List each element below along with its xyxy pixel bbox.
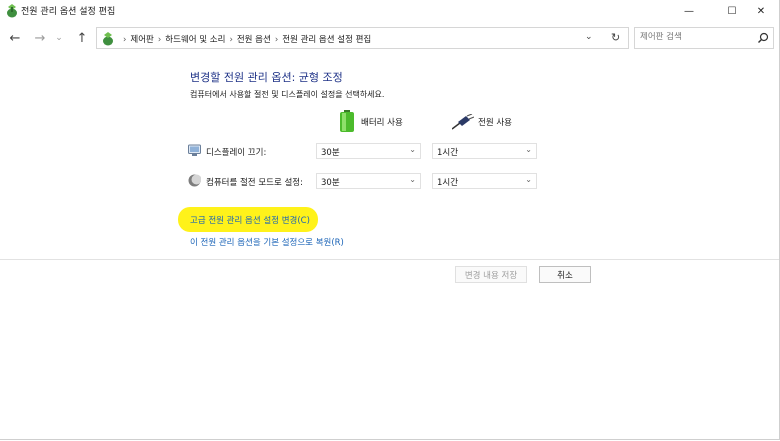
- power-plug-icon: [452, 114, 474, 130]
- power-options-icon: [7, 4, 17, 18]
- navigation-bar: ← → ⌄ ↑ › 제어판 › 하드웨어 및 소리 › 전원 옵션 › 전원 관리 옵션 설정…: [0, 24, 779, 52]
- breadcrumb-hardware-sound[interactable]: 하드웨어 및 소리: [165, 35, 225, 45]
- breadcrumb-separator: ›: [157, 35, 162, 45]
- address-bar[interactable]: › 제어판 › 하드웨어 및 소리 › 전원 옵션 › 전원 관리 옵션 설정 편집 ⌄ ↻: [96, 27, 629, 49]
- save-changes-button[interactable]: 변경 내용 저장: [455, 266, 527, 283]
- breadcrumb-separator: ›: [123, 35, 127, 45]
- cancel-button[interactable]: 취소: [539, 266, 591, 283]
- plugged-in-column-label: 전원 사용: [478, 118, 512, 128]
- select-value: 1시간: [437, 148, 459, 158]
- control-panel-icon: [103, 32, 113, 46]
- select-value: 30분: [321, 148, 340, 158]
- display-icon: [188, 144, 201, 156]
- search-input[interactable]: [640, 32, 750, 42]
- select-value: 30분: [321, 178, 340, 188]
- window-title: 전원 관리 옵션 설정 편집: [21, 7, 116, 17]
- sleep-battery-select[interactable]: 30분 ⌄: [316, 173, 421, 189]
- minimize-button[interactable]: —: [671, 0, 707, 22]
- page-title: 변경할 전원 관리 옵션: 균형 조정: [190, 71, 343, 84]
- page-description: 컴퓨터에서 사용할 절전 및 디스플레이 설정을 선택하세요.: [190, 90, 385, 99]
- recent-locations-chevron-icon[interactable]: ⌄: [51, 30, 67, 46]
- display-off-label: 디스플레이 끄기:: [206, 148, 267, 158]
- advanced-settings-link[interactable]: 고급 전원 관리 옵션 설정 변경(C): [190, 214, 310, 226]
- sleep-plugged-in-select[interactable]: 1시간 ⌄: [432, 173, 537, 189]
- breadcrumb-power-options[interactable]: 전원 옵션: [237, 35, 271, 45]
- chevron-down-icon: ⌄: [409, 145, 416, 154]
- search-icon[interactable]: [757, 32, 769, 44]
- chevron-down-icon: ⌄: [525, 145, 532, 154]
- sleep-label: 컴퓨터를 절전 모드로 설정:: [206, 178, 303, 188]
- search-box[interactable]: [634, 27, 774, 49]
- breadcrumb: › 제어판 › 하드웨어 및 소리 › 전원 옵션 › 전원 관리 옵션 설정 편집: [119, 33, 371, 45]
- refresh-icon[interactable]: ↻: [611, 31, 620, 44]
- up-arrow-icon[interactable]: ↑: [74, 30, 90, 46]
- display-off-plugged-in-select[interactable]: 1시간 ⌄: [432, 143, 537, 159]
- chevron-down-icon: ⌄: [525, 175, 532, 184]
- back-arrow-icon[interactable]: ←: [7, 30, 23, 46]
- breadcrumb-control-panel[interactable]: 제어판: [130, 35, 153, 45]
- window: 전원 관리 옵션 설정 편집 — ☐ ✕ ← → ⌄ ↑ › 제어판 › 하드웨어 및…: [0, 0, 780, 440]
- forward-arrow-icon[interactable]: →: [32, 30, 48, 46]
- breadcrumb-separator: ›: [229, 35, 233, 45]
- battery-column-label: 배터리 사용: [361, 118, 403, 128]
- close-button[interactable]: ✕: [743, 0, 779, 22]
- breadcrumb-separator: ›: [274, 35, 279, 45]
- divider: [0, 259, 779, 260]
- display-off-battery-select[interactable]: 30분 ⌄: [316, 143, 421, 159]
- battery-icon: [340, 110, 354, 132]
- restore-defaults-link[interactable]: 이 전원 관리 옵션을 기본 설정으로 복원(R): [190, 236, 344, 248]
- title-bar: 전원 관리 옵션 설정 편집 — ☐ ✕: [0, 0, 779, 22]
- select-value: 1시간: [437, 178, 459, 188]
- chevron-down-icon: ⌄: [409, 175, 416, 184]
- moon-sleep-icon: [188, 174, 201, 187]
- breadcrumb-edit-plan[interactable]: 전원 관리 옵션 설정 편집: [282, 35, 371, 45]
- address-dropdown-chevron-icon[interactable]: ⌄: [585, 32, 593, 42]
